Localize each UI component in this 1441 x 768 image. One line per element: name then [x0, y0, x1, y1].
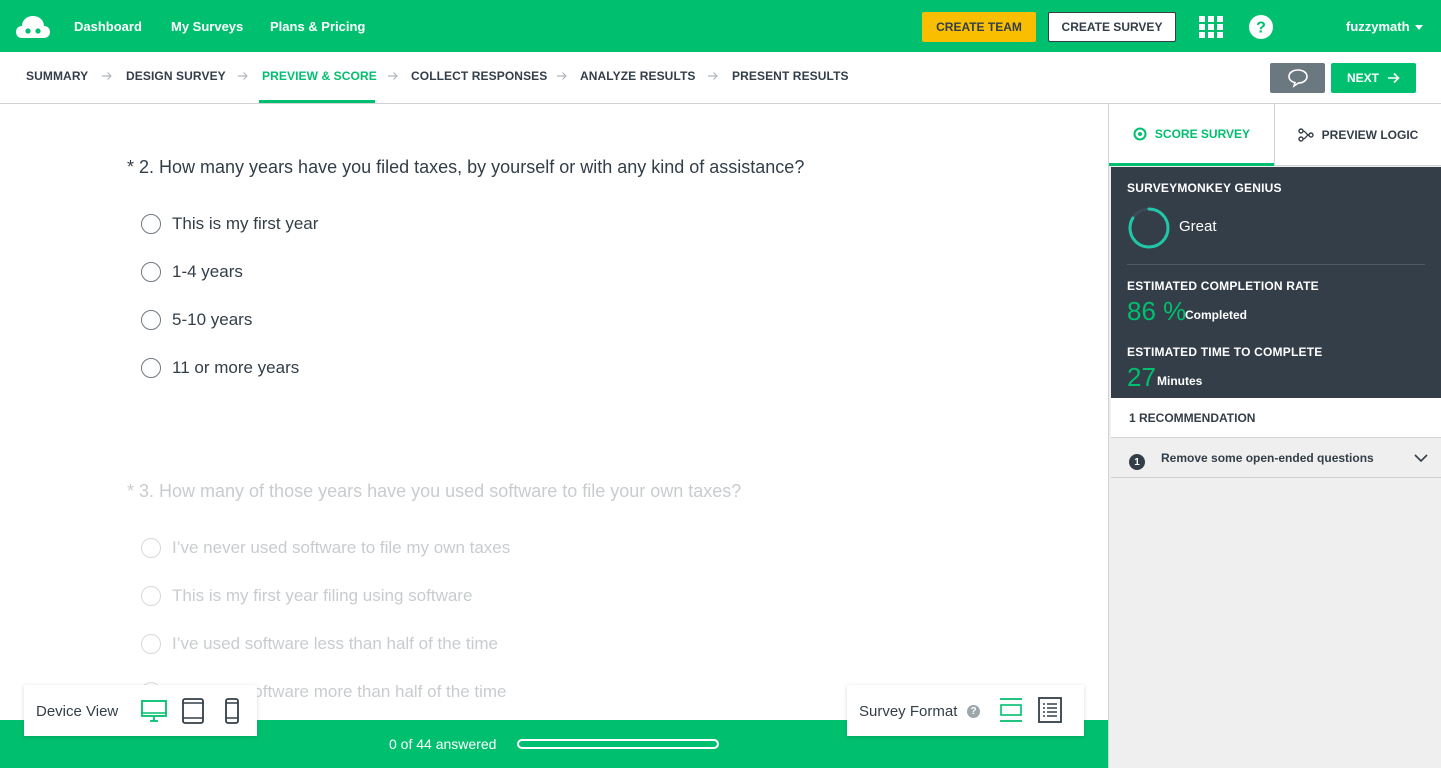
completion-rate-unit: Completed: [1185, 308, 1248, 322]
tab-preview-logic-label: PREVIEW LOGIC: [1321, 128, 1419, 142]
tab-preview-logic[interactable]: PREVIEW LOGIC: [1274, 104, 1441, 166]
sidebar-tabs: SCORE SURVEY PREVIEW LOGIC: [1109, 104, 1441, 166]
survey-format-panel: Survey Format ?: [847, 685, 1084, 736]
help-icon[interactable]: ?: [967, 705, 980, 718]
survey-preview-area: * 2. How many years have you filed taxes…: [0, 104, 1108, 768]
genius-rating: Great: [1179, 218, 1217, 235]
create-team-button[interactable]: CREATE TEAM: [922, 12, 1036, 42]
logic-branch-icon: [1297, 128, 1314, 142]
phone-icon[interactable]: [219, 698, 245, 724]
recommendation-number: 1: [1129, 454, 1145, 470]
question-2-title: * 2. How many years have you filed taxes…: [127, 157, 805, 177]
recommendation-header: 1 RECOMMENDATION: [1111, 398, 1441, 438]
workflow-steps-bar: SUMMARY DESIGN SURVEY PREVIEW & SCORE CO…: [0, 52, 1441, 104]
completion-rate-title: ESTIMATED COMPLETION RATE: [1127, 279, 1319, 293]
question-2-option[interactable]: 11 or more years: [141, 358, 299, 378]
next-label: NEXT: [1346, 71, 1379, 85]
one-question-format-icon[interactable]: [998, 697, 1024, 723]
question-2-option[interactable]: 1-4 years: [141, 262, 243, 282]
radio-button[interactable]: [141, 538, 161, 558]
device-view-panel: Device View: [24, 685, 257, 736]
desktop-icon[interactable]: [141, 698, 167, 724]
recommendation-text: Remove some open-ended questions: [1161, 451, 1374, 465]
tab-score-survey-label: SCORE SURVEY: [1154, 126, 1251, 141]
option-label: 11 or more years: [172, 358, 300, 377]
tab-score-survey[interactable]: SCORE SURVEY: [1109, 104, 1274, 166]
recommendation-item[interactable]: 1 Remove some open-ended questions: [1111, 438, 1441, 478]
nav-dashboard[interactable]: Dashboard: [74, 19, 142, 34]
option-label: This is my first year: [172, 214, 319, 233]
option-label: I’ve never used software to file my own …: [172, 538, 511, 557]
option-label: 1-4 years: [172, 262, 243, 281]
radio-button[interactable]: [141, 262, 161, 282]
radio-button[interactable]: [141, 634, 161, 654]
step-present-results[interactable]: PRESENT RESULTS: [732, 69, 849, 83]
comment-bubble-icon: [1287, 69, 1308, 88]
progress-track: [517, 739, 719, 749]
completion-rate-value: 86 %: [1127, 296, 1187, 326]
chevron-down-icon[interactable]: [1415, 25, 1423, 30]
score-sidebar: SCORE SURVEY PREVIEW LOGIC SURVEYMONKEY …: [1108, 104, 1441, 768]
next-button[interactable]: NEXT: [1331, 63, 1416, 93]
option-label: 5-10 years: [172, 310, 253, 329]
top-nav-bar: Dashboard My Surveys Plans & Pricing CRE…: [0, 0, 1441, 52]
survey-format-label: Survey Format: [859, 703, 958, 720]
question-3-title: * 3. How many of those years have you us…: [127, 481, 742, 501]
genius-title: SURVEYMONKEY GENIUS: [1127, 181, 1282, 195]
question-3-option[interactable]: I’ve used software less than half of the…: [141, 634, 498, 654]
step-design-survey[interactable]: DESIGN SURVEY: [126, 69, 226, 83]
surveymonkey-logo-icon[interactable]: [14, 12, 52, 40]
arrow-right-icon: [238, 72, 248, 80]
comments-button[interactable]: [1270, 63, 1325, 93]
help-icon[interactable]: ?: [1249, 15, 1273, 39]
arrow-right-icon: [388, 72, 398, 80]
nav-plans-pricing[interactable]: Plans & Pricing: [270, 19, 365, 34]
time-to-complete-title: ESTIMATED TIME TO COMPLETE: [1127, 345, 1323, 359]
chevron-down-icon[interactable]: [1414, 451, 1428, 465]
user-menu[interactable]: fuzzymath: [1346, 19, 1410, 34]
question-3-option[interactable]: This is my first year filing using softw…: [141, 586, 472, 606]
genius-score-panel: SURVEYMONKEY GENIUS Great ESTIMATED COMP…: [1111, 167, 1441, 398]
active-step-indicator: [259, 100, 375, 103]
arrow-right-icon: [708, 72, 718, 80]
time-to-complete-unit: Minutes: [1157, 374, 1203, 388]
option-label: I’ve used software less than half of the…: [172, 634, 499, 653]
radio-button[interactable]: [141, 586, 161, 606]
score-ring-icon: [1128, 207, 1170, 249]
svg-text:?: ?: [1256, 20, 1266, 37]
step-summary[interactable]: SUMMARY: [26, 69, 88, 83]
time-to-complete-value: 27: [1127, 362, 1156, 392]
apps-grid-icon[interactable]: [1199, 16, 1223, 38]
create-survey-button[interactable]: CREATE SURVEY: [1048, 12, 1176, 42]
step-analyze-results[interactable]: ANALYZE RESULTS: [580, 69, 696, 83]
question-3-option[interactable]: I’ve never used software to file my own …: [141, 538, 510, 558]
step-collect-responses[interactable]: COLLECT RESPONSES: [411, 69, 547, 83]
question-2-option[interactable]: 5-10 years: [141, 310, 252, 330]
tablet-icon[interactable]: [180, 698, 206, 724]
progress-text: 0 of 44 answered: [389, 736, 497, 752]
score-ring-icon: [1133, 127, 1147, 140]
arrow-right-icon: [557, 72, 567, 80]
device-view-label: Device View: [36, 703, 119, 720]
question-2-option[interactable]: This is my first year: [141, 214, 318, 234]
option-label: This is my first year filing using softw…: [172, 586, 473, 605]
radio-button[interactable]: [141, 358, 161, 378]
step-preview-score[interactable]: PREVIEW & SCORE: [262, 69, 377, 83]
nav-my-surveys[interactable]: My Surveys: [171, 19, 243, 34]
classic-format-icon[interactable]: [1037, 697, 1063, 723]
arrow-right-icon: [1388, 72, 1400, 84]
divider: [1127, 264, 1425, 265]
radio-button[interactable]: [141, 310, 161, 330]
arrow-right-icon: [102, 72, 112, 80]
radio-button[interactable]: [141, 214, 161, 234]
